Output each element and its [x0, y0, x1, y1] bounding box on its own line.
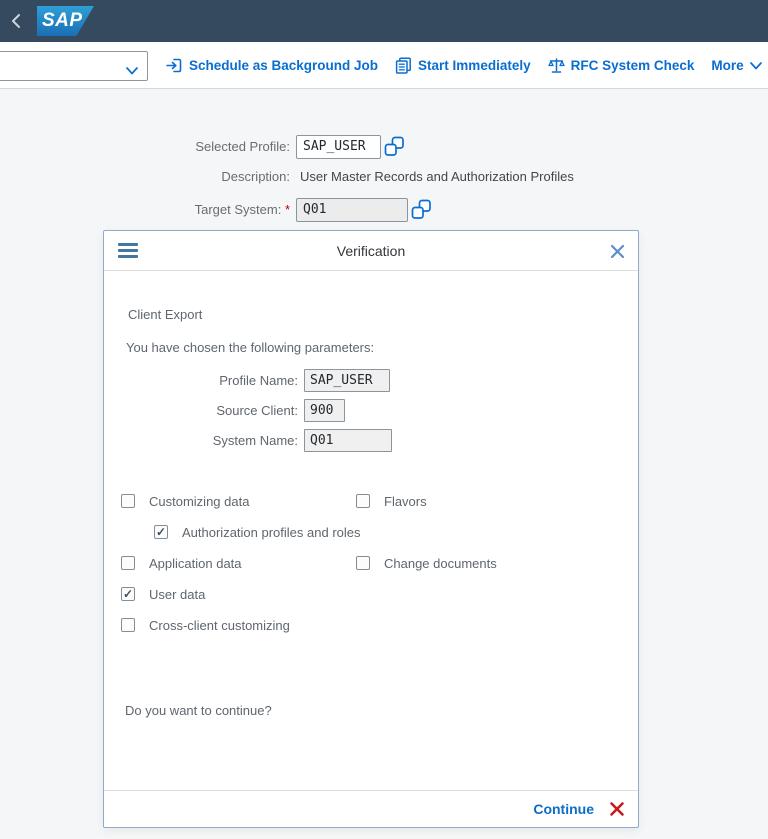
checkbox-label: Application data [149, 556, 242, 571]
shell-bar: SAP [0, 0, 768, 42]
sap-logo-text: SAP [42, 10, 83, 31]
checkbox-row: ✓ User data [104, 586, 638, 604]
description-label: Description: [221, 169, 290, 184]
source-client-field: 900 [304, 399, 345, 422]
param-label: Source Client: [216, 403, 298, 418]
checkbox-label: Change documents [384, 556, 497, 571]
checkbox-row: Cross-client customizing [104, 617, 638, 635]
toolbar: Schedule as Background Job Start Immedia… [0, 42, 768, 89]
target-system-input[interactable]: Q01 [296, 198, 408, 222]
checkbox-row: Customizing data Flavors [104, 493, 638, 511]
selected-profile-label: Selected Profile: [195, 139, 290, 154]
reject-icon[interactable] [609, 801, 625, 817]
rfc-system-check-button[interactable]: RFC System Check [547, 57, 695, 74]
value-help-icon[interactable] [411, 199, 432, 220]
selected-profile-input[interactable]: SAP_USER [296, 135, 381, 159]
checkbox-label: Customizing data [149, 494, 250, 509]
dialog-intro: You have chosen the following parameters… [126, 340, 375, 355]
checkbox-label: Cross-client customizing [149, 618, 290, 633]
dialog-footer: Continue [104, 790, 638, 827]
change-documents-checkbox[interactable] [356, 556, 370, 570]
description-value: User Master Records and Authorization Pr… [300, 169, 574, 184]
checkbox-row: Application data Change documents [104, 555, 638, 573]
cross-client-customizing-checkbox[interactable] [121, 618, 135, 632]
toolbar-buttons: Schedule as Background Job Start Immedia… [166, 42, 762, 89]
customizing-data-checkbox[interactable] [121, 494, 135, 508]
dialog-header: Verification [104, 231, 638, 271]
transaction-combobox[interactable] [0, 51, 148, 81]
sap-gui-page: SAP Schedule as Background Job Start Imm… [0, 0, 768, 839]
required-asterisk: * [284, 202, 290, 217]
sap-logo: SAP [37, 6, 94, 36]
checkbox-label: Authorization profiles and roles [182, 525, 361, 540]
toolbar-button-label: Schedule as Background Job [189, 58, 379, 73]
param-label: System Name: [212, 433, 298, 448]
toolbar-button-label: More [711, 58, 744, 73]
continue-question: Do you want to continue? [125, 703, 272, 718]
authorization-profiles-checkbox[interactable]: ✓ [154, 525, 168, 539]
balance-scale-icon [547, 58, 565, 73]
back-icon[interactable] [8, 12, 26, 30]
chevron-down-icon [749, 61, 762, 69]
user-data-checkbox[interactable]: ✓ [121, 587, 135, 601]
toolbar-button-label: Start Immediately [418, 58, 531, 73]
checkbox-label: User data [149, 587, 206, 602]
toolbar-button-label: RFC System Check [570, 58, 695, 73]
schedule-background-job-button[interactable]: Schedule as Background Job [166, 57, 378, 74]
verification-dialog: Verification Client Export You have chos… [103, 230, 639, 828]
close-icon[interactable] [610, 244, 625, 259]
documents-icon [395, 57, 411, 74]
value-help-icon[interactable] [384, 136, 405, 157]
more-button[interactable]: More [711, 58, 762, 73]
param-label: Profile Name: [219, 373, 298, 388]
checkbox-label: Flavors [384, 494, 427, 509]
target-system-label: Target System: * [194, 202, 290, 217]
enter-into-box-icon [166, 58, 182, 73]
continue-button[interactable]: Continue [533, 801, 594, 817]
checkbox-row: ✓ Authorization profiles and roles [104, 524, 638, 542]
chevron-down-icon [126, 62, 138, 80]
start-immediately-button[interactable]: Start Immediately [395, 57, 531, 74]
flavors-checkbox[interactable] [356, 494, 370, 508]
system-name-field: Q01 [304, 429, 392, 452]
hamburger-menu-icon[interactable] [118, 243, 138, 259]
profile-name-field: SAP_USER [304, 369, 390, 392]
dialog-heading: Client Export [128, 307, 203, 322]
dialog-title: Verification [336, 243, 406, 259]
application-data-checkbox[interactable] [121, 556, 135, 570]
